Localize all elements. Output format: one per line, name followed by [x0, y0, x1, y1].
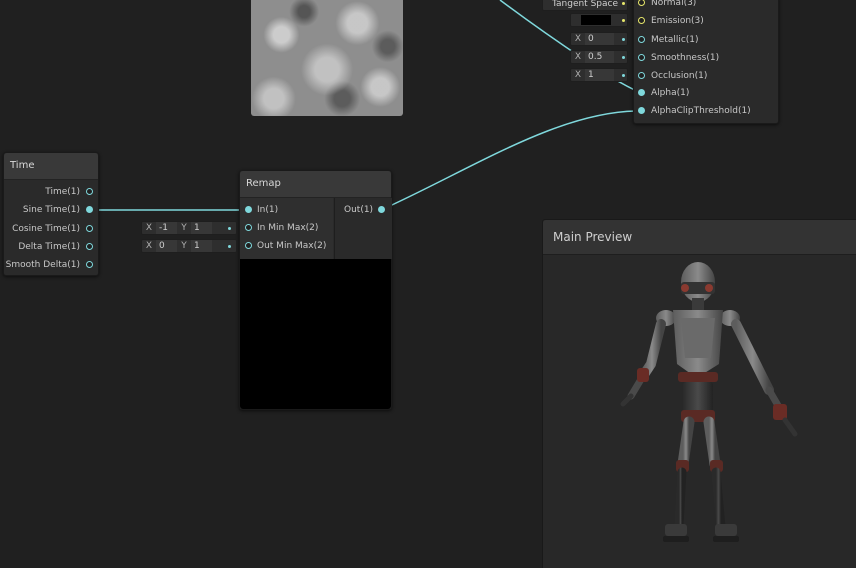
time-output-port[interactable]	[86, 188, 93, 195]
sine-time-output-port[interactable]	[86, 206, 93, 213]
alpha-port[interactable]	[638, 89, 645, 96]
alpha-clip-threshold-label: AlphaClipThreshold(1)	[651, 106, 751, 116]
normal-label: Normal(3)	[651, 0, 697, 8]
normal-space-dropdown[interactable]: Tangent Space	[542, 0, 628, 11]
remap-preview	[240, 259, 391, 409]
wire-remap-out-to-alphaclip	[380, 110, 642, 211]
time-node-title: Time	[4, 153, 98, 180]
remap-out-min-max-port[interactable]	[245, 242, 252, 249]
noise-texture-preview	[251, 0, 403, 116]
delta-time-output-port[interactable]	[86, 243, 93, 250]
cosine-time-output-port[interactable]	[86, 225, 93, 232]
remap-out-min-max-label: Out Min Max(2)	[257, 241, 327, 251]
cosine-time-output-label: Cosine Time(1)	[12, 224, 80, 234]
main-preview-window[interactable]: Main Preview	[542, 219, 856, 568]
occlusion-field[interactable]: X1	[570, 68, 628, 82]
occlusion-port[interactable]	[638, 72, 645, 79]
remap-in-min-max-port[interactable]	[245, 224, 252, 231]
time-output-label: Time(1)	[45, 187, 80, 197]
delta-time-output-label: Delta Time(1)	[18, 242, 80, 252]
remap-node-title: Remap	[240, 171, 391, 198]
in-min-max-x-input[interactable]: -1	[156, 222, 177, 234]
remap-in-label: In(1)	[257, 205, 279, 215]
smoothness-field[interactable]: X 0.5	[570, 50, 628, 64]
sine-time-output-label: Sine Time(1)	[22, 205, 80, 215]
emission-color-field[interactable]	[570, 13, 628, 27]
out-min-max-field[interactable]: X0Y1	[141, 239, 237, 253]
out-min-max-x-input[interactable]: 0	[156, 240, 177, 252]
normal-space-value: Tangent Space	[552, 0, 618, 9]
robot-model-icon[interactable]	[543, 254, 856, 568]
remap-in-min-max-label: In Min Max(2)	[257, 223, 319, 233]
main-preview-title: Main Preview	[543, 220, 856, 255]
smoothness-label: Smoothness(1)	[651, 53, 720, 63]
occlusion-label: Occlusion(1)	[651, 71, 708, 81]
remap-in-port[interactable]	[245, 206, 252, 213]
alpha-clip-threshold-port[interactable]	[638, 107, 645, 114]
in-min-max-y-input[interactable]: 1	[191, 222, 212, 234]
alpha-label: Alpha(1)	[651, 88, 690, 98]
remap-out-label: Out(1)	[344, 205, 374, 215]
smooth-delta-output-port[interactable]	[86, 261, 93, 268]
smooth-delta-output-label: Smooth Delta(1)	[5, 260, 80, 270]
in-min-max-field[interactable]: X -1 Y 1	[141, 221, 237, 235]
emission-color-swatch[interactable]	[581, 15, 611, 25]
metallic-label: Metallic(1)	[651, 35, 699, 45]
metallic-port[interactable]	[638, 36, 645, 43]
emission-port[interactable]	[638, 17, 645, 24]
smoothness-port[interactable]	[638, 54, 645, 61]
emission-label: Emission(3)	[651, 16, 704, 26]
metallic-field[interactable]: X0	[570, 32, 628, 46]
remap-out-port[interactable]	[378, 206, 385, 213]
out-min-max-y-input[interactable]: 1	[191, 240, 212, 252]
